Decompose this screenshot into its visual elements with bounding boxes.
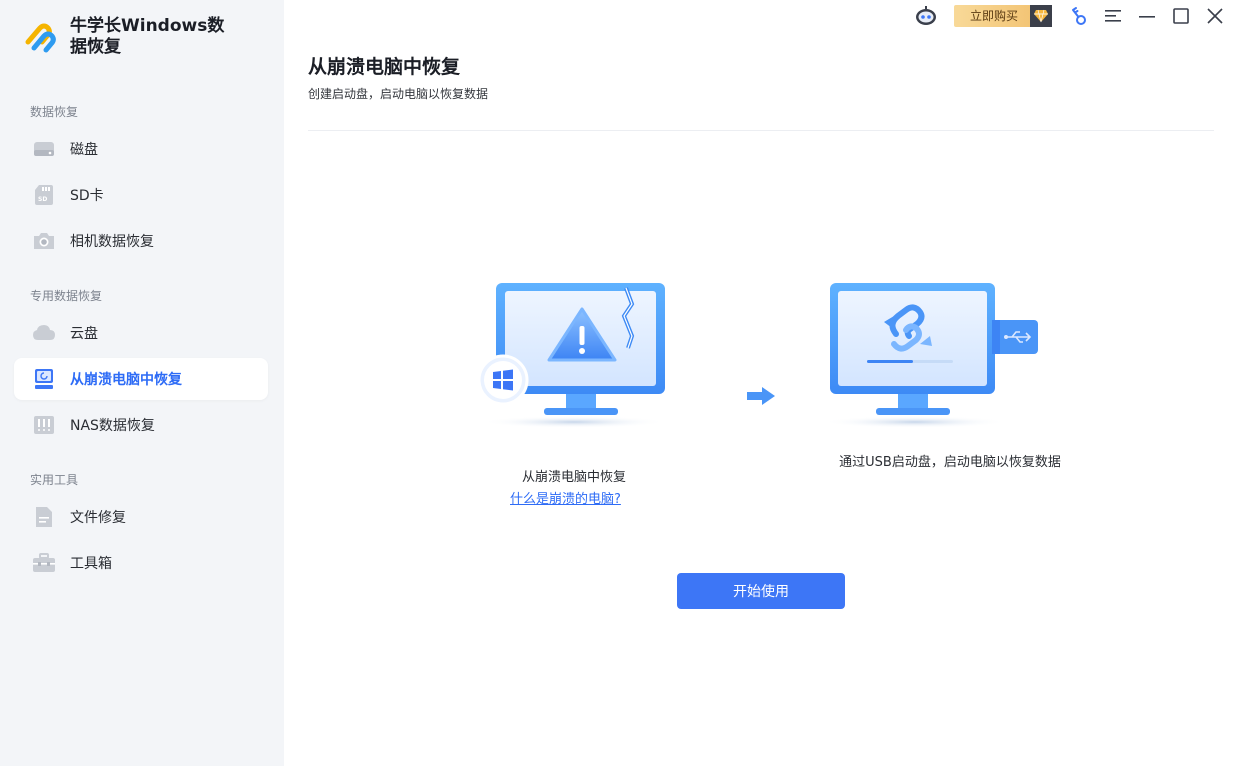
- buy-now-label: 立即购买: [953, 5, 1030, 27]
- app-title: 牛学长Windows数据恢复: [70, 16, 225, 57]
- crashed-computer-icon: [32, 367, 56, 391]
- app-logo-icon: [25, 23, 56, 53]
- sidebar-item-label: 相机数据恢复: [70, 234, 154, 250]
- maximize-icon[interactable]: [1164, 0, 1198, 32]
- svg-text:SD: SD: [38, 196, 47, 203]
- buy-now-button[interactable]: 立即购买: [953, 5, 1052, 27]
- nas-icon: [32, 413, 56, 437]
- disk-icon: [32, 137, 56, 161]
- start-button[interactable]: 开始使用: [677, 573, 845, 609]
- cloud-icon: [32, 321, 56, 345]
- sidebar-item-camera[interactable]: 相机数据恢复: [14, 220, 268, 262]
- brand: 牛学长Windows数据恢复: [22, 16, 240, 58]
- sidebar-item-sd-card[interactable]: SD SD卡: [14, 174, 268, 216]
- header-divider: [308, 130, 1214, 131]
- sidebar-item-label: 文件修复: [70, 510, 126, 526]
- close-icon[interactable]: [1198, 0, 1232, 32]
- sidebar-item-toolbox[interactable]: 工具箱: [14, 542, 268, 584]
- sidebar: 牛学长Windows数据恢复 数据恢复 磁盘 SD SD卡 相机数据恢复 专用数…: [0, 0, 284, 766]
- step2-caption: 通过USB启动盘，启动电脑以恢复数据: [839, 455, 1061, 470]
- camera-icon: [32, 229, 56, 253]
- sidebar-item-cloud[interactable]: 云盘: [14, 312, 268, 354]
- robot-icon[interactable]: [906, 0, 946, 32]
- sidebar-item-label: 工具箱: [70, 556, 112, 572]
- key-icon[interactable]: [1062, 0, 1096, 32]
- sidebar-item-disk[interactable]: 磁盘: [14, 128, 268, 170]
- section-title-tools: 实用工具: [30, 473, 79, 487]
- page-title: 从崩溃电脑中恢复: [308, 56, 461, 78]
- sidebar-item-label: 云盘: [70, 326, 98, 342]
- sidebar-item-file-repair[interactable]: 文件修复: [14, 496, 268, 538]
- minimize-icon[interactable]: [1130, 0, 1164, 32]
- title-bar: 立即购买: [906, 0, 1236, 32]
- file-repair-icon: [32, 505, 56, 529]
- sidebar-item-crashed-computer[interactable]: 从崩溃电脑中恢复: [14, 358, 268, 400]
- sidebar-item-label: SD卡: [70, 188, 104, 204]
- menu-icon[interactable]: [1096, 0, 1130, 32]
- arrow-right-icon: [747, 387, 775, 405]
- usb-boot-illustration: [823, 283, 1038, 428]
- sidebar-item-label: 从崩溃电脑中恢复: [70, 372, 182, 388]
- gem-icon: [1030, 5, 1052, 27]
- toolbox-icon: [32, 551, 56, 575]
- crashed-computer-illustration: [477, 283, 666, 428]
- step1-caption: 从崩溃电脑中恢复: [521, 470, 626, 485]
- sidebar-item-label: NAS数据恢复: [70, 418, 155, 434]
- what-is-crashed-computer-link[interactable]: 什么是崩溃的电脑?: [510, 488, 621, 507]
- sidebar-item-label: 磁盘: [70, 142, 98, 158]
- section-title-data-recovery: 数据恢复: [30, 105, 79, 119]
- sidebar-item-nas[interactable]: NAS数据恢复: [14, 404, 268, 446]
- sd-card-icon: SD: [32, 183, 56, 207]
- page-subtitle: 创建启动盘，启动电脑以恢复数据: [308, 87, 489, 101]
- section-title-special-recovery: 专用数据恢复: [30, 289, 103, 303]
